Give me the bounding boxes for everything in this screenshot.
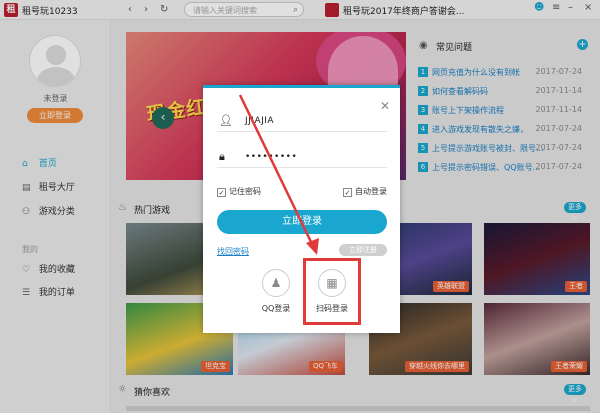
username-value: JJIAJIA [245, 116, 275, 126]
login-submit-button[interactable]: 立即登录 [217, 210, 387, 234]
password-value: ••••••••• [245, 152, 298, 162]
qq-icon[interactable]: ♟ [262, 269, 290, 297]
close-icon[interactable]: ✕ [380, 100, 390, 112]
checkbox-checked-icon[interactable]: ✓ [217, 188, 226, 197]
auto-login-checkbox[interactable]: ✓ 自动登录 [343, 186, 387, 198]
remember-password-checkbox[interactable]: ✓ 记住密码 [217, 186, 261, 198]
lock-icon: 🔒︎ [219, 150, 225, 163]
auto-login-label: 自动登录 [355, 187, 387, 196]
annotation-highlight-box [303, 258, 361, 325]
user-icon: 👤︎ [219, 114, 233, 127]
register-button[interactable]: 立即注册 [339, 244, 387, 256]
forgot-password-link[interactable]: 找回密码 [217, 246, 249, 257]
login-dialog: ✕ 👤︎ JJIAJIA 🔒︎ ••••••••• ✓ 记住密码 ✓ 自动登录 立即… [203, 85, 400, 333]
qq-login-label: QQ登录 [261, 304, 291, 313]
remember-password-label: 记住密码 [229, 187, 261, 196]
password-field[interactable]: 🔒︎ ••••••••• [217, 148, 387, 168]
checkbox-checked-icon[interactable]: ✓ [343, 188, 352, 197]
qq-login-option[interactable]: ♟ QQ登录 [256, 269, 296, 314]
username-field[interactable]: 👤︎ JJIAJIA [217, 112, 387, 132]
